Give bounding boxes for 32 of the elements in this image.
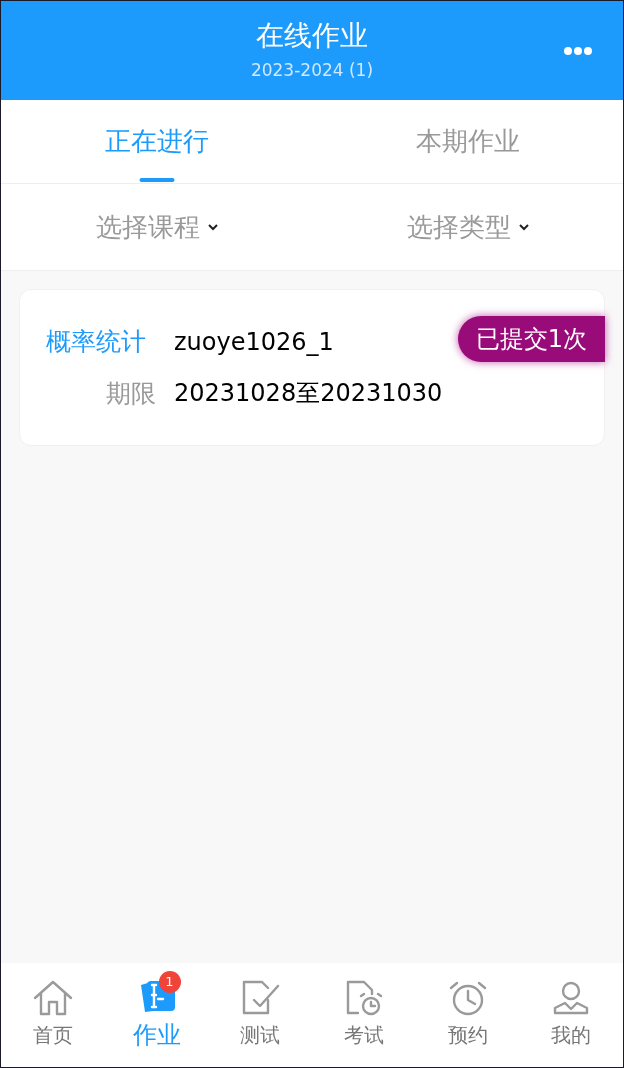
- nav-item[interactable]: 1 作业: [104, 963, 209, 1067]
- tab[interactable]: 本期作业: [312, 100, 623, 183]
- course-name: 概率统计: [46, 326, 147, 358]
- nav-item[interactable]: 考试: [312, 963, 416, 1067]
- nav-item[interactable]: 我的: [519, 963, 623, 1067]
- count-badge: 1: [158, 971, 181, 993]
- nav-item[interactable]: 测试: [208, 963, 312, 1067]
- nav-label: 我的: [551, 1022, 592, 1049]
- nav-label: 测试: [240, 1022, 281, 1049]
- tab[interactable]: 正在进行: [1, 100, 312, 183]
- chevron-down-icon: [207, 223, 218, 231]
- nav-item[interactable]: 首页: [1, 963, 105, 1067]
- home-icon: [32, 980, 73, 1016]
- tab-indicator: [139, 178, 174, 182]
- more-icon[interactable]: [563, 46, 593, 56]
- nav-label: 作业: [132, 1020, 181, 1051]
- assignment-card[interactable]: 概率统计 zuoye1026_1 期限 20231028至20231030 已提交1次: [19, 289, 605, 446]
- filter-dropdown[interactable]: 选择类型: [312, 184, 623, 270]
- status-badge: 已提交1次: [457, 316, 605, 362]
- page-title: 在线作业: [256, 17, 368, 54]
- nav-label: 首页: [32, 1022, 73, 1049]
- nav-label: 考试: [343, 1022, 384, 1049]
- checked-document-icon: [240, 980, 281, 1016]
- assignment-name: zuoye1026_1: [174, 326, 334, 358]
- alarm-clock-icon: [447, 980, 488, 1016]
- deadline-value: 20231028至20231030: [174, 378, 443, 410]
- semester-label: 2023-2024 (1): [250, 58, 374, 82]
- deadline-label: 期限: [105, 377, 156, 410]
- chevron-down-icon: [518, 223, 529, 231]
- nav-label: 预约: [447, 1022, 488, 1049]
- filter-dropdown[interactable]: 选择课程: [1, 184, 312, 270]
- nav-item[interactable]: 预约: [415, 963, 520, 1067]
